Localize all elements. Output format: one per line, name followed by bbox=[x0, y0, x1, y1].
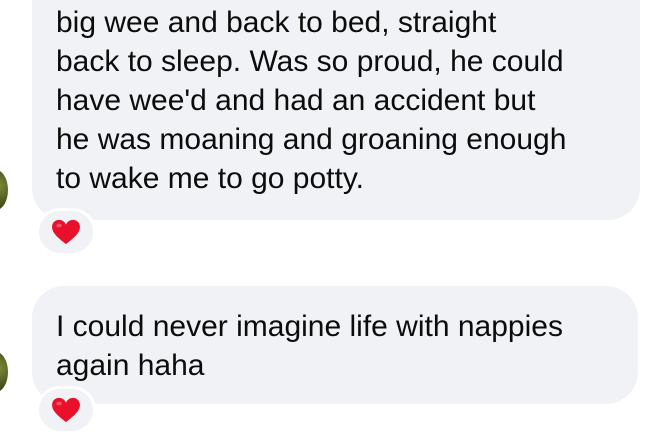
sender-avatar[interactable] bbox=[0, 352, 8, 392]
sender-avatar[interactable] bbox=[0, 170, 8, 210]
reaction-badge[interactable] bbox=[36, 386, 96, 434]
reaction-badge[interactable] bbox=[36, 208, 96, 256]
chat-thread: big wee and back to bed, straight back t… bbox=[0, 0, 657, 447]
heart-icon bbox=[52, 397, 80, 423]
message-bubble[interactable]: big wee and back to bed, straight back t… bbox=[32, 0, 640, 220]
heart-icon bbox=[52, 219, 80, 245]
message-bubble[interactable]: I could never imagine life with nappies … bbox=[32, 286, 638, 404]
